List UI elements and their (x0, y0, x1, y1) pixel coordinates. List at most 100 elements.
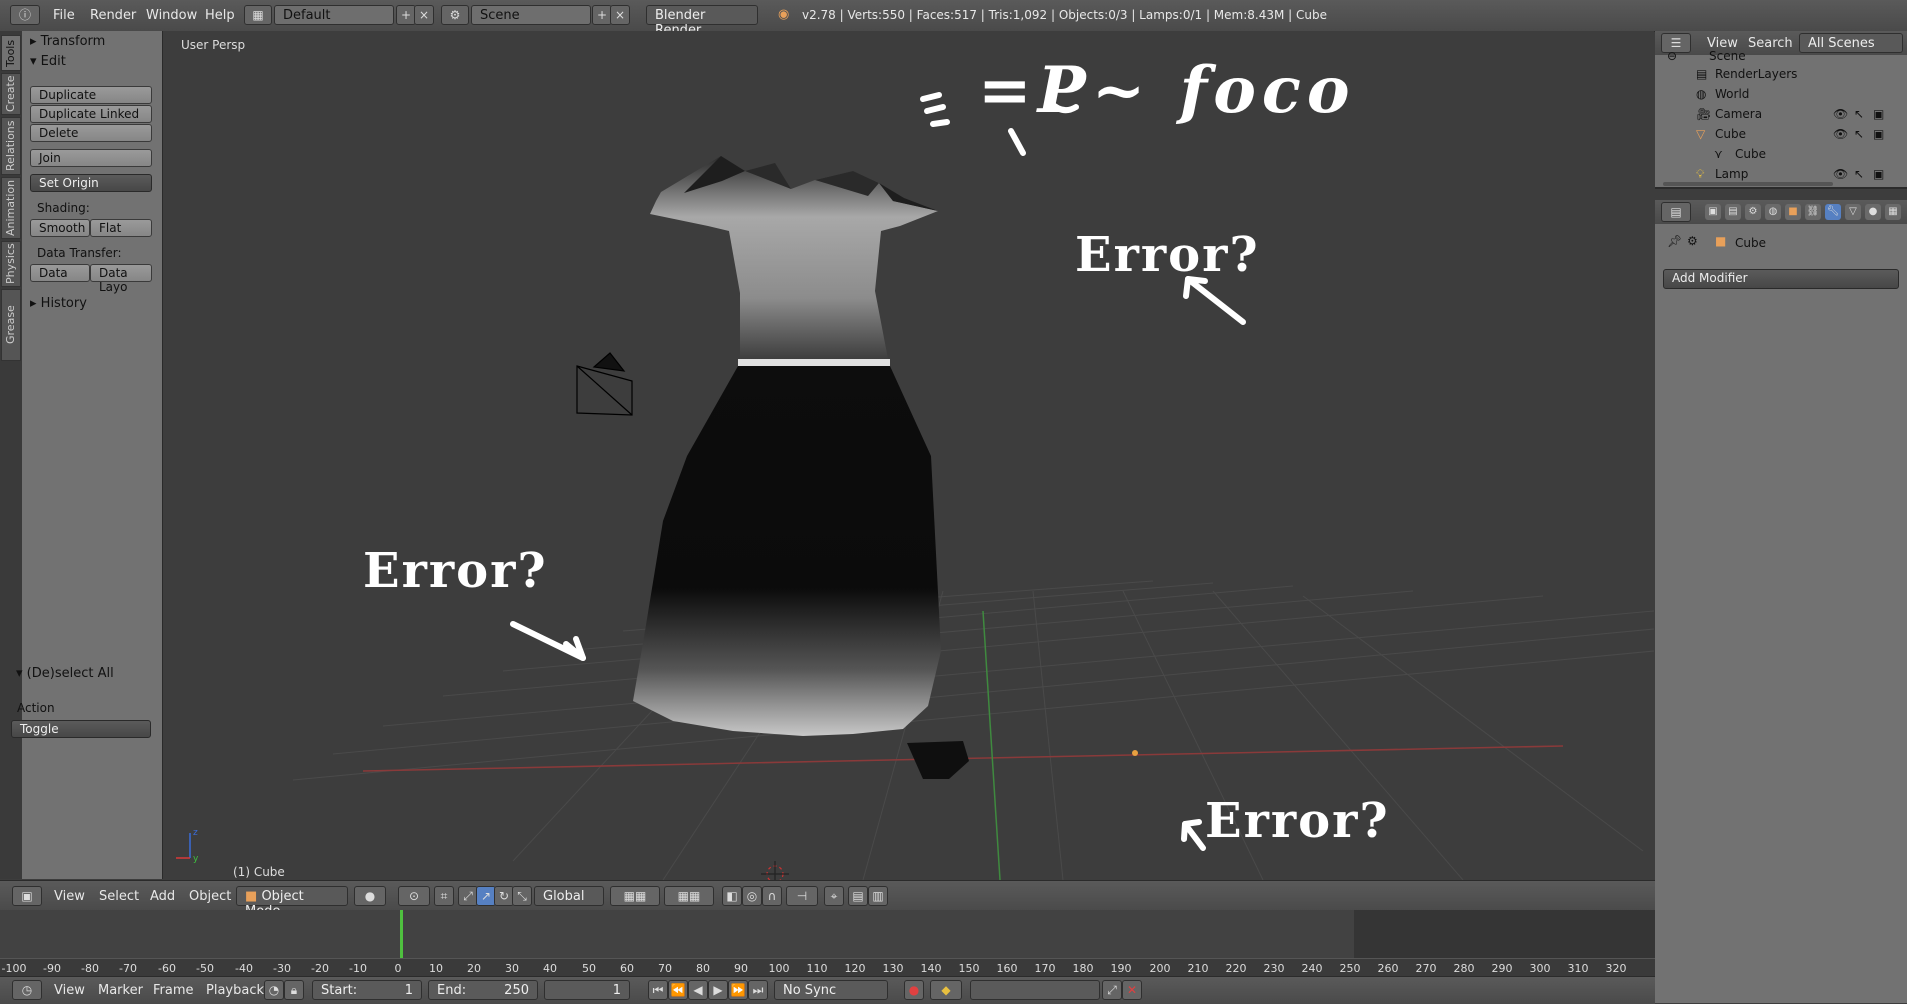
prev-keyframe-icon[interactable]: ⏪ (668, 980, 688, 1000)
outliner-row-cube-mesh[interactable]: ⋎ Cube (1655, 147, 1907, 167)
timeline-menu-playback[interactable]: Playback (206, 983, 264, 998)
current-frame-field[interactable]: 1 (544, 980, 630, 1000)
sync-select[interactable]: No Sync (774, 980, 888, 1000)
scale-icon[interactable]: ⤡ (512, 886, 532, 906)
render-layers-tab-icon[interactable]: ▤ (1725, 204, 1741, 220)
jump-end-icon[interactable]: ⏭ (748, 980, 768, 1000)
data-transfer-button[interactable]: Data (30, 264, 90, 282)
select-cursor-icon[interactable]: ↖ (1854, 127, 1864, 141)
modifiers-tab-icon[interactable]: 🔧︎ (1825, 204, 1841, 220)
screen-layout-field[interactable]: Default (274, 5, 394, 25)
preview-range-icon[interactable]: ◔ (264, 980, 284, 1000)
timeline-menu-frame[interactable]: Frame (153, 983, 194, 998)
render-animation-icon[interactable]: ▥ (868, 886, 888, 906)
keying-set-icon[interactable]: ◆ (930, 980, 962, 1000)
smooth-button[interactable]: Smooth (30, 219, 90, 237)
play-reverse-icon[interactable]: ◀ (688, 980, 708, 1000)
menu-object[interactable]: Object (189, 889, 231, 904)
scene-field[interactable]: Scene (471, 5, 591, 25)
lock-layers-icon[interactable]: ◧ (722, 886, 742, 906)
menu-render[interactable]: Render (90, 8, 136, 23)
tab-physics[interactable]: Physics (1, 241, 21, 287)
render-camera-icon[interactable]: ▣ (1873, 107, 1884, 121)
transform-panel-header[interactable]: ▸ Transform (30, 34, 105, 49)
menu-file[interactable]: File (53, 8, 75, 23)
lamp-origin[interactable] (1132, 750, 1138, 756)
record-icon[interactable]: ● (904, 980, 924, 1000)
editor-type-timeline-icon[interactable]: ◷ (12, 980, 42, 1000)
data-layout-button[interactable]: Data Layo (90, 264, 152, 294)
3d-viewport[interactable]: z y User Persp (1) Cube =P~ foco Error? … (163, 31, 1654, 880)
data-tab-icon[interactable]: ▽ (1845, 204, 1861, 220)
duplicate-linked-button[interactable]: Duplicate Linked (30, 105, 152, 123)
pivot-point-icon[interactable]: ⊙ (398, 886, 430, 906)
texture-tab-icon[interactable]: ▦ (1885, 204, 1901, 220)
constraints-tab-icon[interactable]: ⛓ (1805, 204, 1821, 220)
world-tab-icon[interactable]: ◍ (1765, 204, 1781, 220)
layers-grid-2-icon[interactable]: ▦▦ (664, 886, 714, 906)
play-icon[interactable]: ▶ (708, 980, 728, 1000)
object-tab-icon[interactable]: ■ (1785, 204, 1801, 220)
history-panel-header[interactable]: ▸ History (30, 296, 87, 311)
timeline-menu-view[interactable]: View (54, 983, 85, 998)
duplicate-button[interactable]: Duplicate (30, 86, 152, 104)
set-origin-select[interactable]: Set Origin (30, 174, 152, 192)
editor-type-info-icon[interactable]: ⓘ (10, 5, 40, 25)
translate-icon[interactable]: ↗ (476, 886, 496, 906)
orientation-select[interactable]: Global (534, 886, 604, 906)
tab-animation[interactable]: Animation (1, 177, 21, 239)
remove-layout-icon[interactable]: × (414, 5, 434, 25)
visibility-eye-icon[interactable]: 👁︎ (1833, 167, 1848, 181)
editor-type-properties-icon[interactable]: ▤ (1661, 202, 1691, 222)
playhead[interactable] (400, 910, 403, 958)
proportional-falloff-icon[interactable]: ∩ (762, 886, 782, 906)
outliner-scrollbar[interactable] (1663, 182, 1833, 186)
material-tab-icon[interactable]: ● (1865, 204, 1881, 220)
render-tab-icon[interactable]: ▣ (1705, 204, 1721, 220)
lock-range-icon[interactable]: 🔒︎ (284, 980, 304, 1000)
action-select[interactable]: Toggle (11, 720, 151, 738)
flat-button[interactable]: Flat (90, 219, 152, 237)
add-layout-icon[interactable]: + (396, 5, 416, 25)
end-frame-field[interactable]: End: 250 (428, 980, 538, 1000)
rotate-icon[interactable]: ↻ (494, 886, 514, 906)
keying-set-field[interactable] (970, 980, 1100, 1000)
tab-create[interactable]: Create (1, 73, 21, 115)
viewport-shading-icon[interactable]: ● (354, 886, 386, 906)
manipulator-icon[interactable]: ⤢ (458, 886, 478, 906)
render-camera-icon[interactable]: ▣ (1873, 167, 1884, 181)
pin-icon[interactable]: 📌︎ (1667, 234, 1682, 248)
render-engine-select[interactable]: Blender Render (646, 5, 758, 38)
menu-add[interactable]: Add (150, 889, 175, 904)
outliner-row-renderlayers[interactable]: ▤ RenderLayers (1655, 67, 1907, 87)
tab-tools[interactable]: Tools (1, 35, 21, 71)
render-icon[interactable]: ▤ (848, 886, 868, 906)
jump-start-icon[interactable]: ⏮ (648, 980, 668, 1000)
menu-window[interactable]: Window (146, 8, 197, 23)
tab-grease-pencil[interactable]: Grease Pencil (1, 289, 35, 361)
editor-type-3d-icon[interactable]: ▣ (12, 886, 42, 906)
remove-scene-icon[interactable]: × (610, 5, 630, 25)
3d-cursor[interactable] (761, 861, 789, 880)
operator-panel-header[interactable]: ▾ (De)select All (16, 666, 114, 681)
menu-select[interactable]: Select (99, 889, 139, 904)
add-scene-icon[interactable]: + (592, 5, 612, 25)
select-cursor-icon[interactable]: ↖ (1854, 167, 1864, 181)
tab-relations[interactable]: Relations (1, 117, 21, 175)
start-frame-field[interactable]: Start: 1 (312, 980, 422, 1000)
snap-icon[interactable]: ⌗ (434, 886, 454, 906)
visibility-eye-icon[interactable]: 👁︎ (1833, 127, 1848, 141)
layers-grid-icon[interactable]: ▦▦ (610, 886, 660, 906)
outliner-row-camera[interactable]: 🎥︎ Camera 👁︎ ↖ ▣ (1655, 107, 1907, 127)
visibility-eye-icon[interactable]: 👁︎ (1833, 107, 1848, 121)
scene-icon[interactable]: ⚙ (441, 5, 469, 25)
snap-target-icon[interactable]: ⌖ (824, 886, 844, 906)
screen-layout-icon[interactable]: ▦ (244, 5, 272, 25)
outliner-row-scene[interactable]: ⊖ Scene (1655, 49, 1907, 69)
outliner-row-cube[interactable]: ▽ Cube 👁︎ ↖ ▣ (1655, 127, 1907, 147)
delete-keyframe-icon[interactable]: ✕ (1122, 980, 1142, 1000)
outliner-row-world[interactable]: ◍ World (1655, 87, 1907, 107)
mode-select[interactable]: ■ Object Mode (236, 886, 348, 919)
menu-view[interactable]: View (54, 889, 85, 904)
snap-element-icon[interactable]: ⊣ (786, 886, 818, 906)
